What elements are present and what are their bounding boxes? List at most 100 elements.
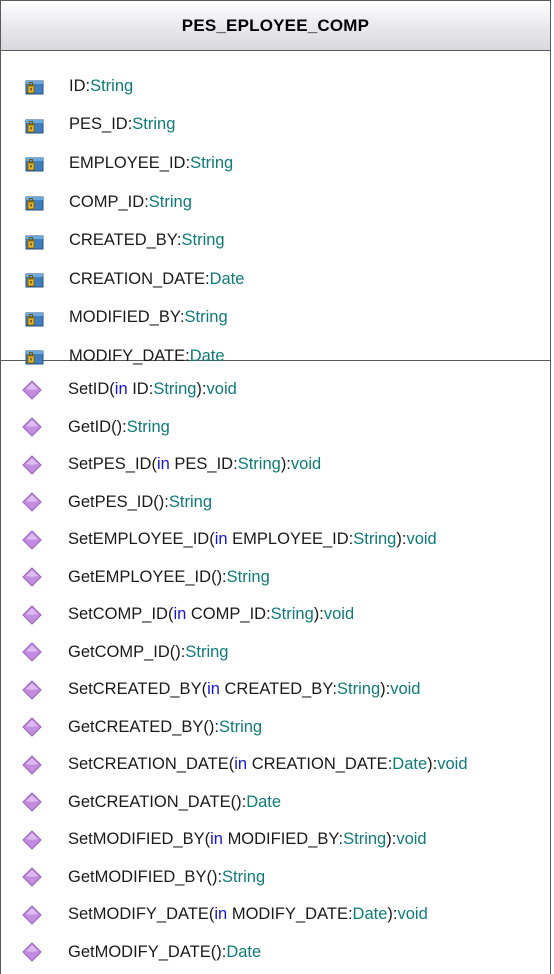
attribute-row[interactable]: MODIFIED_BY:String — [1, 299, 550, 338]
param-name: PES_ID — [174, 455, 234, 474]
uml-class-box[interactable]: PES_EPLOYEE_COMP ID:String PES_ID:String E… — [0, 0, 551, 974]
param-type: String — [337, 680, 381, 699]
paren-close: ): — [216, 567, 227, 586]
return-type: void — [396, 830, 427, 849]
attribute-text: MODIFY_DATE:Date — [69, 347, 225, 366]
operation-row[interactable]: SetPES_ID(in PES_ID:String):void — [1, 446, 550, 484]
operation-row[interactable]: GetPES_ID():String — [1, 484, 550, 522]
operation-name: GetEMPLOYEE_ID — [68, 567, 212, 586]
operation-compartment: SetID(in ID:String):void GetID():String Se… — [1, 361, 550, 971]
public-method-icon — [22, 417, 42, 437]
return-type: String — [219, 717, 263, 736]
attribute-compartment: ID:String PES_ID:String EMPLOYEE_ID:String… — [1, 51, 550, 365]
attribute-row[interactable]: EMPLOYEE_ID:String — [1, 144, 550, 183]
param-type: String — [353, 530, 397, 549]
param-name: CREATION_DATE — [251, 755, 388, 774]
operation-row[interactable]: GetCREATION_DATE():Date — [1, 784, 550, 822]
return-type: String — [185, 642, 229, 661]
operation-row[interactable]: SetMODIFIED_BY(in MODIFIED_BY:String):vo… — [1, 821, 550, 859]
operation-text: SetPES_ID(in PES_ID:String):void — [68, 455, 321, 474]
operation-text: SetCOMP_ID(in COMP_ID:String):void — [68, 605, 354, 624]
param-type: String — [237, 455, 281, 474]
operation-name: SetCREATION_DATE — [68, 755, 229, 774]
param-type: String — [270, 605, 314, 624]
return-type: String — [126, 417, 170, 436]
attribute-type: String — [132, 115, 176, 134]
operation-text: SetCREATION_DATE(in CREATION_DATE:Date):… — [68, 755, 468, 774]
private-field-icon — [25, 196, 44, 211]
operation-name: GetCREATION_DATE — [68, 792, 231, 811]
attribute-name: ID — [69, 76, 86, 95]
public-method-icon — [22, 755, 42, 775]
operation-text: GetPES_ID():String — [68, 493, 212, 512]
param-type: Date — [392, 755, 428, 774]
operation-row[interactable]: GetCREATED_BY():String — [1, 709, 550, 747]
operation-row[interactable]: SetID(in ID:String):void — [1, 371, 550, 409]
operation-text: GetCREATION_DATE():Date — [68, 793, 281, 812]
param-direction: in — [214, 530, 228, 549]
public-method-icon — [22, 792, 42, 812]
attribute-name: CREATION_DATE — [69, 269, 205, 288]
operation-name: SetMODIFY_DATE — [68, 905, 209, 924]
attribute-text: EMPLOYEE_ID:String — [69, 154, 233, 173]
attribute-row[interactable]: COMP_ID:String — [1, 183, 550, 222]
param-direction: in — [173, 605, 187, 624]
operation-row[interactable]: GetMODIFY_DATE():Date — [1, 934, 550, 972]
param-name: MODIFY_DATE — [231, 905, 348, 924]
public-method-icon — [22, 830, 42, 850]
attribute-type: String — [181, 231, 225, 250]
attribute-row[interactable]: ID:String — [1, 67, 550, 106]
paren-close: ): — [387, 905, 398, 924]
attribute-name: COMP_ID — [69, 192, 145, 211]
attribute-type: Date — [189, 346, 225, 365]
operation-name: GetID — [68, 417, 112, 436]
attribute-row[interactable]: CREATED_BY:String — [1, 221, 550, 260]
operation-row[interactable]: GetCOMP_ID():String — [1, 634, 550, 672]
operation-row[interactable]: SetCREATION_DATE(in CREATION_DATE:Date):… — [1, 746, 550, 784]
operation-row[interactable]: GetEMPLOYEE_ID():String — [1, 559, 550, 597]
return-type: void — [323, 605, 355, 624]
operation-name: SetCOMP_ID — [68, 605, 168, 624]
paren-close: ): — [216, 942, 227, 961]
paren-close: ): — [427, 755, 438, 774]
return-type: void — [206, 380, 237, 399]
public-method-icon — [22, 530, 42, 550]
attribute-name: MODIFY_DATE — [69, 346, 186, 365]
attribute-text: ID:String — [69, 77, 133, 96]
public-method-icon — [22, 605, 42, 625]
attribute-type: String — [148, 192, 192, 211]
return-type: String — [226, 567, 270, 586]
attribute-row[interactable]: PES_ID:String — [1, 106, 550, 145]
attribute-text: COMP_ID:String — [69, 193, 192, 212]
operation-text: GetEMPLOYEE_ID():String — [68, 568, 270, 587]
param-name: ID — [132, 380, 149, 399]
operation-text: SetMODIFY_DATE(in MODIFY_DATE:Date):void — [68, 905, 428, 924]
operation-name: SetPES_ID — [68, 455, 152, 474]
private-field-icon — [25, 235, 44, 250]
operation-row[interactable]: GetID():String — [1, 409, 550, 447]
paren-close: ): — [208, 717, 219, 736]
attribute-row[interactable]: CREATION_DATE:Date — [1, 260, 550, 299]
param-name: MODIFIED_BY — [227, 830, 339, 849]
public-method-icon — [22, 867, 42, 887]
param-direction: in — [234, 755, 248, 774]
param-type: String — [343, 830, 387, 849]
param-name: CREATED_BY — [224, 680, 333, 699]
operation-name: SetCREATED_BY — [68, 680, 202, 699]
operation-name: GetCOMP_ID — [68, 642, 170, 661]
public-method-icon — [22, 680, 42, 700]
param-name: COMP_ID — [190, 605, 267, 624]
param-direction: in — [156, 455, 170, 474]
operation-row[interactable]: SetCREATED_BY(in CREATED_BY:String):void — [1, 671, 550, 709]
operation-row[interactable]: GetMODIFIED_BY():String — [1, 859, 550, 897]
paren-close: ): — [380, 680, 391, 699]
operation-row[interactable]: SetEMPLOYEE_ID(in EMPLOYEE_ID:String):vo… — [1, 521, 550, 559]
operation-row[interactable]: SetMODIFY_DATE(in MODIFY_DATE:Date):void — [1, 896, 550, 934]
public-method-icon — [22, 942, 42, 962]
operation-text: GetMODIFIED_BY():String — [68, 868, 265, 887]
return-type: String — [168, 492, 212, 511]
paren-close: ): — [211, 867, 223, 886]
return-type: Date — [246, 792, 282, 811]
operation-row[interactable]: SetCOMP_ID(in COMP_ID:String):void — [1, 596, 550, 634]
operation-text: SetID(in ID:String):void — [68, 380, 237, 399]
